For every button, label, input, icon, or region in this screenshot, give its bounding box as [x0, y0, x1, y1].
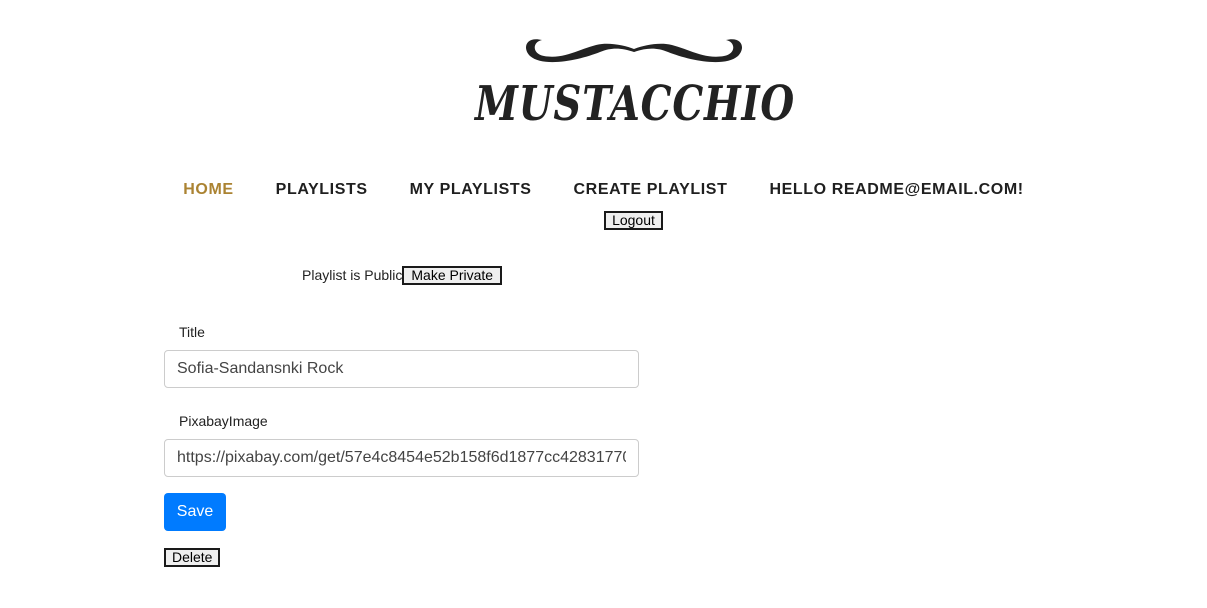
make-private-button[interactable]: Make Private — [402, 265, 503, 285]
logout-button[interactable]: Logout — [604, 211, 663, 230]
save-button[interactable]: Save — [164, 493, 226, 531]
title-label: Title — [179, 324, 205, 340]
delete-button[interactable]: Delete — [164, 548, 220, 567]
title-input[interactable] — [164, 350, 639, 388]
page: MUSTACCHIO HOME PLAYLISTS MY PLAYLISTS C… — [0, 0, 1207, 608]
nav-create-playlist[interactable]: CREATE PLAYLIST — [553, 180, 749, 200]
main-nav: HOME PLAYLISTS MY PLAYLISTS CREATE PLAYL… — [0, 180, 1207, 200]
nav-home[interactable]: HOME — [162, 180, 254, 200]
nav-my-playlists[interactable]: MY PLAYLISTS — [389, 180, 553, 200]
pixabay-image-input[interactable] — [164, 439, 639, 477]
visibility-row: Playlist is Public Make Private — [302, 265, 503, 285]
pixabay-image-label: PixabayImage — [179, 413, 268, 429]
nav-playlists[interactable]: PLAYLISTS — [255, 180, 389, 200]
visibility-status: Playlist is Public — [302, 267, 403, 283]
brand-logo[interactable]: MUSTACCHIO — [470, 34, 800, 130]
nav-user-greeting[interactable]: HELLO README@EMAIL.COM! — [748, 180, 1044, 200]
mustache-logo-icon: MUSTACCHIO — [473, 39, 795, 130]
logo-wordmark: MUSTACCHIO — [473, 76, 795, 130]
